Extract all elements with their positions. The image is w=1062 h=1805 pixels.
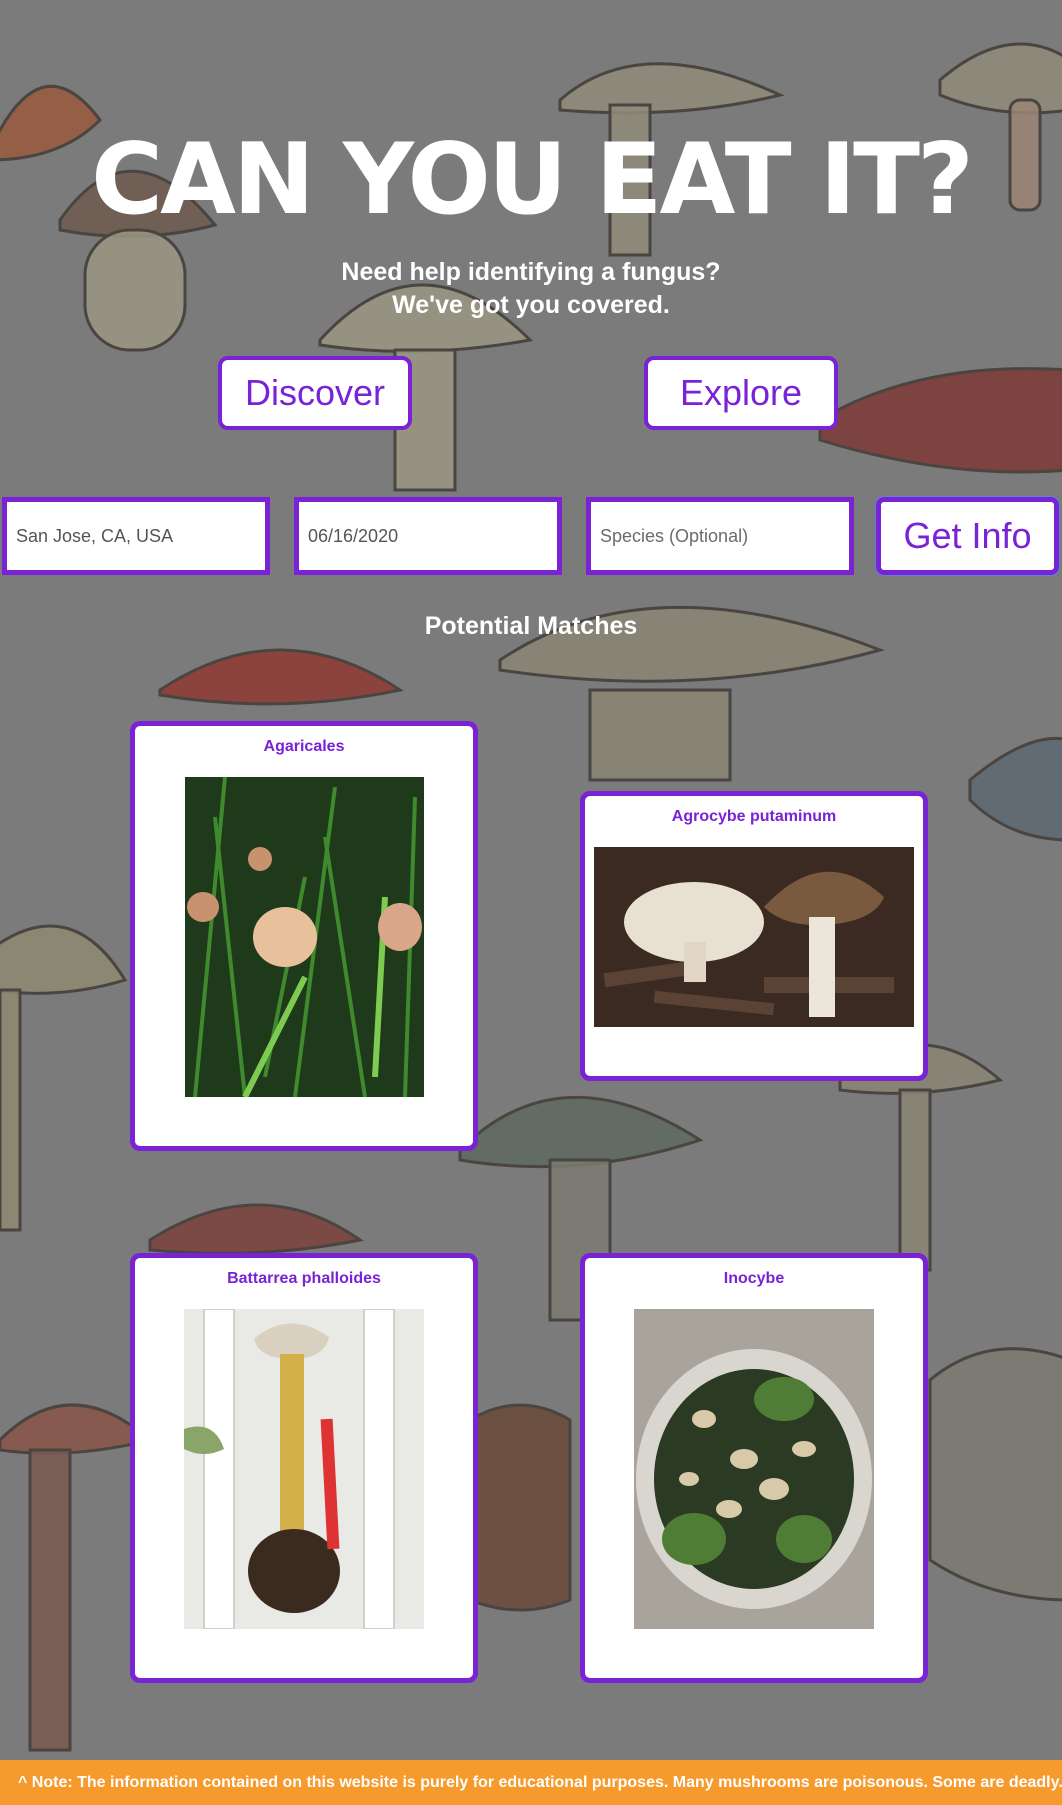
match-card-battarrea-phalloides[interactable]: Battarrea phalloides bbox=[130, 1253, 478, 1683]
discover-button[interactable]: Discover bbox=[218, 356, 412, 430]
match-photo bbox=[634, 1309, 874, 1629]
page-title: CAN YOU EAT IT? bbox=[91, 123, 974, 237]
match-card-agrocybe-putaminum[interactable]: Agrocybe putaminum bbox=[580, 791, 928, 1081]
subtitle-line-2: We've got you covered. bbox=[392, 291, 670, 319]
match-photo bbox=[184, 1309, 424, 1629]
explore-button[interactable]: Explore bbox=[644, 356, 838, 430]
date-field[interactable]: 06/16/2020 bbox=[294, 497, 562, 575]
match-card-inocybe[interactable]: Inocybe bbox=[580, 1253, 928, 1683]
hero-subtitle: Need help identifying a fungus? We've go… bbox=[0, 256, 1062, 322]
match-card-title: Inocybe bbox=[723, 1270, 785, 1287]
species-field[interactable]: Species (Optional) bbox=[586, 497, 854, 575]
match-card-title: Agaricales bbox=[263, 738, 345, 755]
match-card-title: Battarrea phalloides bbox=[227, 1270, 381, 1287]
match-photo bbox=[185, 777, 424, 1097]
match-card-title: Agrocybe putaminum bbox=[671, 808, 837, 825]
potential-matches-heading: Potential Matches bbox=[424, 612, 638, 640]
match-photo bbox=[594, 847, 914, 1027]
location-field[interactable]: San Jose, CA, USA bbox=[2, 497, 270, 575]
subtitle-line-1: Need help identifying a fungus? bbox=[341, 258, 721, 286]
disclaimer-banner: ^ Note: The information contained on thi… bbox=[0, 1760, 1062, 1805]
get-info-button[interactable]: Get Info bbox=[875, 496, 1060, 576]
match-card-agaricales[interactable]: Agaricales bbox=[130, 721, 478, 1151]
